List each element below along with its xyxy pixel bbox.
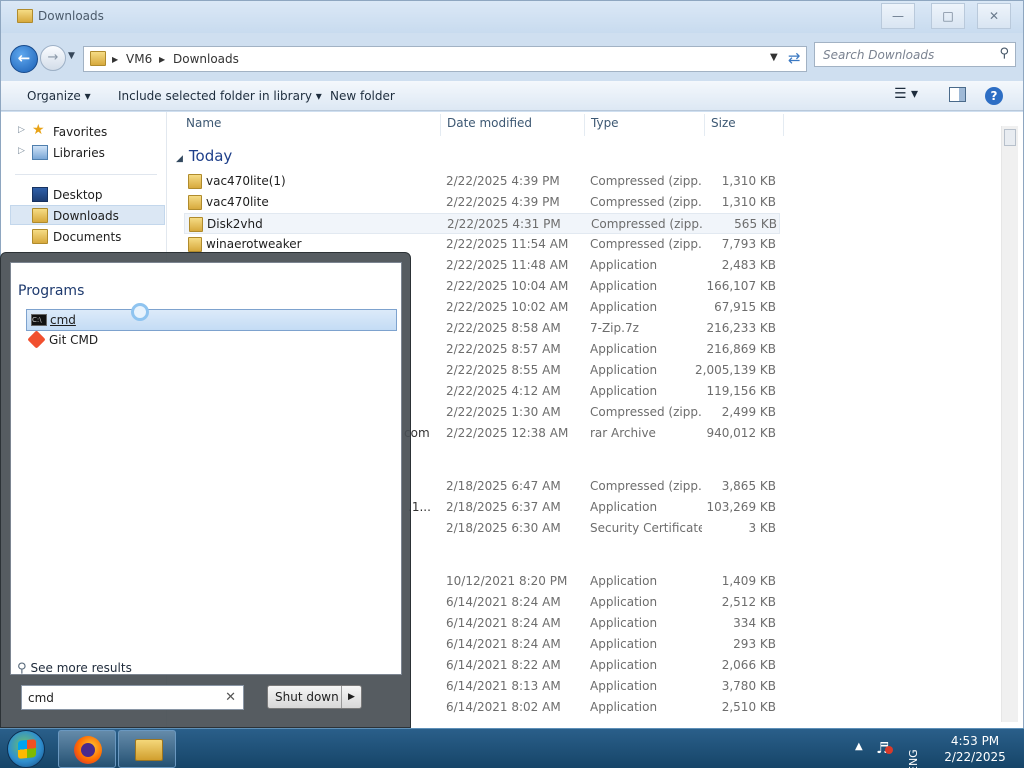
clear-search-icon[interactable]: ✕ bbox=[225, 690, 236, 705]
view-options-icon[interactable]: ☰ ▾ bbox=[894, 86, 918, 102]
see-more-results-link[interactable]: ⚲ See more results bbox=[17, 661, 132, 676]
window-title: Downloads bbox=[38, 9, 104, 23]
minimize-button[interactable]: — bbox=[881, 3, 915, 29]
zip-folder-icon bbox=[189, 217, 203, 232]
vertical-scrollbar[interactable] bbox=[1001, 126, 1018, 722]
nav-divider bbox=[15, 174, 157, 175]
chevron-right-icon[interactable]: ▶ bbox=[159, 55, 165, 64]
clock-time: 4:53 PM bbox=[950, 734, 1000, 748]
new-folder-button[interactable]: New folder bbox=[330, 89, 395, 103]
include-in-library-button[interactable]: Include selected folder in library ▾ bbox=[118, 89, 322, 103]
address-bar[interactable]: ▶ VM6 ▶ Downloads ▼ ⇄ bbox=[83, 46, 807, 72]
address-dropdown-icon[interactable]: ▼ bbox=[770, 52, 778, 63]
nav-item-desktop[interactable]: Desktop bbox=[1, 185, 167, 205]
zip-folder-icon bbox=[188, 195, 202, 210]
language-indicator[interactable]: ENG bbox=[907, 733, 920, 768]
zip-folder-icon bbox=[188, 174, 202, 189]
column-header-type[interactable]: Type bbox=[591, 116, 619, 130]
show-hidden-icons[interactable]: ▲ bbox=[855, 741, 863, 768]
column-header-name[interactable]: Name bbox=[186, 116, 221, 130]
start-search-input[interactable]: cmd ✕ bbox=[21, 685, 244, 710]
search-box[interactable]: Search Downloads ⚲ bbox=[814, 42, 1016, 67]
refresh-icon[interactable]: ⇄ bbox=[788, 49, 801, 67]
program-result-cmd[interactable]: C:\ cmd bbox=[26, 309, 397, 331]
taskbar: ▲ ♬ ENG 4:53 PM 2/22/2025 bbox=[0, 728, 1024, 768]
command-bar: Organize ▾ Include selected folder in li… bbox=[1, 81, 1023, 111]
programs-heading: Programs bbox=[18, 283, 85, 299]
nav-item-libraries[interactable]: ▷ Libraries bbox=[1, 143, 167, 163]
chevron-right-icon[interactable]: ▶ bbox=[112, 55, 118, 64]
speaker-muted-icon[interactable]: ♬ bbox=[876, 739, 893, 768]
shutdown-button[interactable]: Shut down ▶ bbox=[267, 685, 362, 709]
column-divider[interactable] bbox=[440, 114, 441, 136]
folder-icon bbox=[32, 208, 48, 223]
start-menu: Programs C:\ cmd Git CMD ⚲ See more resul… bbox=[0, 252, 411, 728]
file-row[interactable]: Disk2vhd 2/22/2025 4:31 PM Compressed (z… bbox=[184, 213, 780, 234]
column-header-size[interactable]: Size bbox=[711, 116, 736, 130]
libraries-icon bbox=[32, 145, 48, 160]
scrollbar-thumb[interactable] bbox=[1004, 129, 1016, 146]
documents-icon bbox=[32, 229, 48, 244]
nav-item-downloads[interactable]: Downloads bbox=[10, 205, 165, 225]
clock-date: 2/22/2025 bbox=[944, 750, 1006, 764]
organize-button[interactable]: Organize ▾ bbox=[27, 89, 91, 103]
column-divider[interactable] bbox=[584, 114, 585, 136]
group-header-today[interactable]: ◢ Today bbox=[176, 147, 232, 165]
breadcrumb-vm6[interactable]: VM6 bbox=[126, 52, 152, 66]
zip-folder-icon bbox=[188, 237, 202, 252]
address-row: ← → ▼ ▶ VM6 ▶ Downloads ▼ ⇄ Search Downl… bbox=[1, 37, 1023, 81]
back-button[interactable]: ← bbox=[10, 45, 38, 73]
git-icon bbox=[27, 330, 46, 349]
taskbar-explorer[interactable] bbox=[118, 730, 176, 768]
desktop-icon bbox=[32, 187, 48, 202]
folder-icon bbox=[90, 51, 106, 66]
firefox-icon bbox=[74, 736, 102, 764]
maximize-button[interactable]: □ bbox=[931, 3, 965, 29]
collapse-icon[interactable]: ◢ bbox=[176, 154, 183, 164]
search-placeholder: Search Downloads bbox=[823, 48, 935, 62]
nav-item-favorites[interactable]: ▷ ★ Favorites bbox=[1, 122, 167, 142]
expand-icon[interactable]: ▷ bbox=[18, 146, 25, 156]
taskbar-firefox[interactable] bbox=[58, 730, 116, 768]
star-icon: ★ bbox=[32, 122, 45, 138]
start-button[interactable] bbox=[7, 730, 45, 768]
cmd-icon: C:\ bbox=[31, 314, 47, 326]
breadcrumb-downloads[interactable]: Downloads bbox=[173, 52, 239, 66]
recent-pages-dropdown[interactable]: ▼ bbox=[68, 51, 75, 61]
column-divider[interactable] bbox=[783, 114, 784, 136]
search-results-panel: Programs C:\ cmd Git CMD ⚲ See more resul… bbox=[10, 262, 402, 676]
windows-logo-icon bbox=[18, 739, 36, 759]
explorer-icon bbox=[135, 739, 163, 761]
file-row[interactable]: vac470lite 2/22/2025 4:39 PM Compressed … bbox=[184, 192, 780, 213]
shutdown-options-icon[interactable]: ▶ bbox=[341, 686, 361, 708]
busy-cursor-icon bbox=[131, 303, 149, 321]
close-button[interactable]: ✕ bbox=[977, 3, 1011, 29]
forward-button[interactable]: → bbox=[40, 45, 66, 71]
preview-pane-icon[interactable] bbox=[949, 87, 966, 102]
folder-icon bbox=[17, 9, 33, 23]
nav-item-documents[interactable]: Documents bbox=[1, 227, 167, 247]
expand-icon[interactable]: ▷ bbox=[18, 125, 25, 135]
column-divider[interactable] bbox=[704, 114, 705, 136]
magnifier-icon: ⚲ bbox=[17, 661, 27, 676]
column-header-date[interactable]: Date modified bbox=[447, 116, 532, 130]
program-result-git-cmd[interactable]: Git CMD bbox=[26, 330, 397, 352]
clock[interactable]: 4:53 PM 2/22/2025 bbox=[940, 733, 1010, 765]
file-row[interactable]: vac470lite(1) 2/22/2025 4:39 PM Compress… bbox=[184, 171, 780, 192]
search-icon[interactable]: ⚲ bbox=[999, 46, 1009, 61]
help-icon[interactable]: ? bbox=[985, 87, 1003, 105]
title-bar[interactable]: Downloads — □ ✕ bbox=[1, 1, 1023, 33]
